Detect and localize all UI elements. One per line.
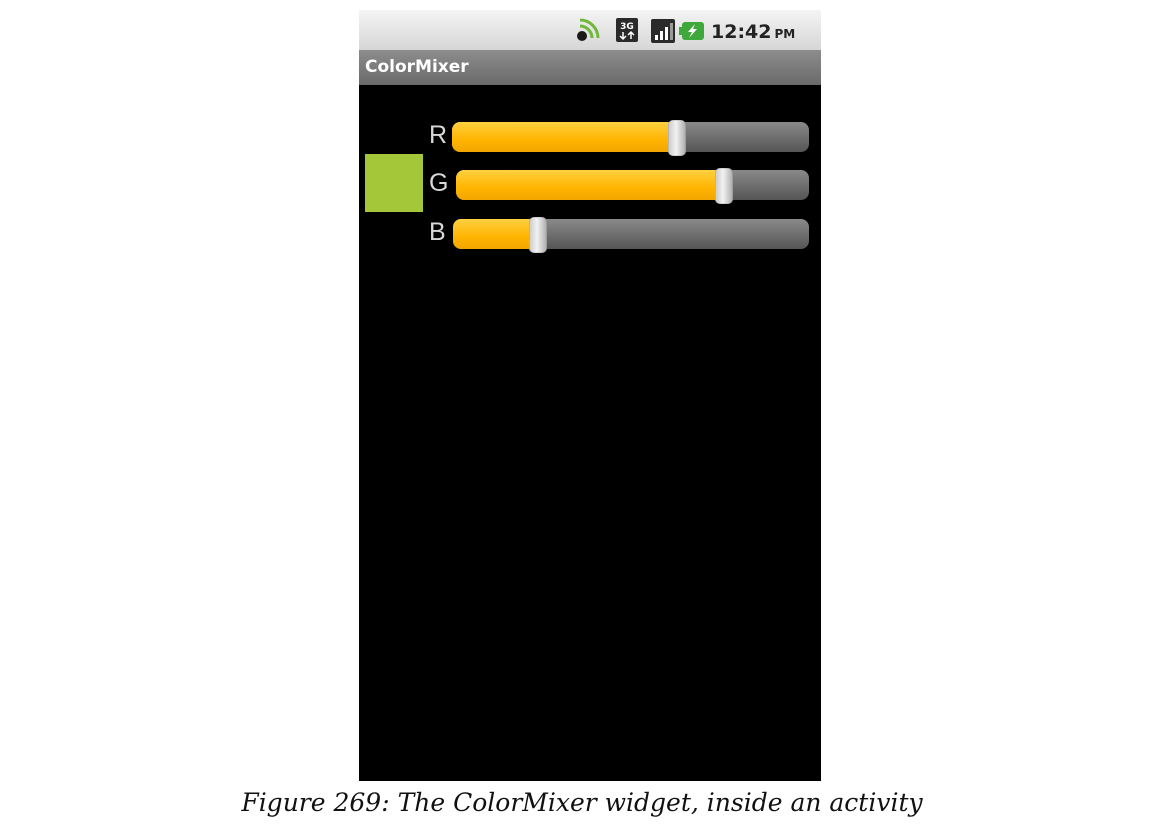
- slider-label-blue: B: [429, 218, 446, 246]
- color-swatch: [365, 154, 423, 212]
- svg-text:3G: 3G: [620, 22, 634, 32]
- network-3g-icon: 3G: [614, 16, 640, 48]
- slider-green[interactable]: [456, 168, 809, 204]
- app-title: ColorMixer: [365, 57, 469, 77]
- status-time-value: 12:42: [711, 21, 772, 43]
- slider-red[interactable]: [452, 120, 809, 156]
- wifi-icon: [574, 16, 604, 48]
- slider-green-thumb[interactable]: [715, 168, 733, 204]
- slider-row-blue: B: [419, 215, 819, 253]
- status-bar: 3G 12:42 PM: [359, 10, 821, 50]
- battery-charging-icon: [679, 20, 705, 46]
- status-time: 12:42 PM: [711, 20, 795, 44]
- slider-red-fill: [452, 122, 681, 152]
- slider-green-fill: [456, 170, 728, 200]
- slider-label-green: G: [429, 169, 449, 197]
- signal-icon: [650, 18, 676, 48]
- phone-screen: 3G 12:42 PM ColorMixer R G B: [359, 10, 821, 781]
- slider-blue-thumb[interactable]: [529, 217, 547, 253]
- slider-row-green: G: [419, 166, 819, 204]
- app-title-bar: ColorMixer: [359, 50, 821, 85]
- slider-red-thumb[interactable]: [668, 120, 686, 156]
- figure-caption: Figure 269: The ColorMixer widget, insid…: [241, 788, 923, 817]
- slider-blue[interactable]: [453, 217, 809, 253]
- slider-row-red: R: [419, 118, 819, 156]
- status-time-ampm: PM: [774, 27, 796, 41]
